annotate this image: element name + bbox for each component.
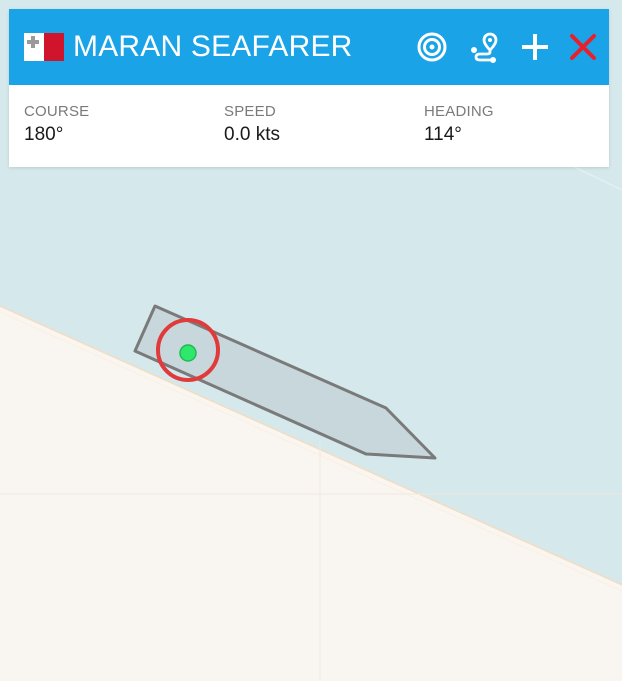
vessel-position-dot xyxy=(179,344,197,362)
track-target-icon xyxy=(417,32,447,62)
add-icon xyxy=(522,34,548,60)
malta-flag-icon xyxy=(24,33,64,61)
george-cross-icon xyxy=(27,36,39,48)
heading-label: HEADING xyxy=(424,103,494,120)
track-target-button[interactable] xyxy=(414,29,450,65)
course-value: 180° xyxy=(24,124,64,145)
route-button[interactable] xyxy=(467,29,503,65)
course-stat: COURSE 180° xyxy=(24,103,89,147)
close-button[interactable] xyxy=(565,29,601,65)
close-icon xyxy=(570,34,596,60)
vessel-header: MARAN SEAFARER xyxy=(9,9,609,85)
vessel-info-panel: MARAN SEAFARER COURSE 180° SPEED 0.0 kts… xyxy=(9,9,609,167)
vessel-name: MARAN SEAFARER xyxy=(73,30,353,63)
speed-stat: SPEED 0.0 kts xyxy=(224,103,280,147)
speed-value: 0.0 kts xyxy=(224,124,280,145)
add-button[interactable] xyxy=(517,29,553,65)
heading-value: 114° xyxy=(424,124,462,145)
vessel-stats: COURSE 180° SPEED 0.0 kts HEADING 114° xyxy=(9,85,609,167)
course-label: COURSE xyxy=(24,103,90,120)
heading-stat: HEADING 114° xyxy=(424,103,494,147)
speed-label: SPEED xyxy=(224,103,276,120)
route-icon xyxy=(471,32,498,63)
